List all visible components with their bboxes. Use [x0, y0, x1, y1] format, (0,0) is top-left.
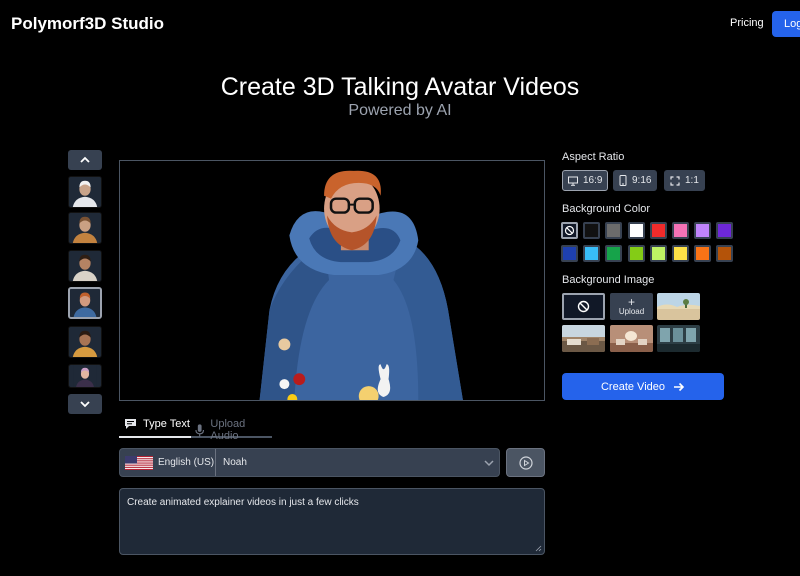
aspect-ratio-label: Aspect Ratio — [562, 151, 625, 163]
aspect-1-1-button[interactable]: 1:1 — [664, 170, 705, 191]
avatar-thumbnail[interactable] — [68, 326, 102, 358]
background-image-none-button[interactable] — [562, 293, 605, 320]
background-color-swatch[interactable] — [672, 222, 689, 239]
avatar-portrait-icon — [69, 251, 101, 281]
background-color-swatch[interactable] — [716, 245, 734, 262]
avatar-3d-figure — [259, 170, 463, 400]
avatar-thumbnail[interactable] — [68, 212, 102, 244]
background-color-swatch[interactable] — [583, 245, 601, 262]
chat-bubble-icon — [125, 419, 136, 429]
resize-handle-icon[interactable] — [535, 545, 542, 552]
language-value: English (US) — [158, 457, 215, 468]
avatar-preview[interactable] — [119, 160, 545, 401]
background-color-swatch[interactable] — [561, 245, 578, 262]
aspect-16-9-button[interactable]: 16:9 — [562, 170, 609, 191]
page-title: Create 3D Talking Avatar Videos — [220, 73, 580, 101]
top-bar: Polymorf3D Studio Pricing Login — [0, 0, 800, 48]
page-subtitle: Powered by AI — [348, 102, 452, 119]
background-image-label: Background Image — [562, 274, 655, 286]
living-room-thumbnail — [562, 325, 605, 352]
background-image-desert[interactable] — [657, 293, 700, 320]
background-image-office[interactable] — [657, 325, 700, 352]
avatar-thumbnail[interactable] — [68, 176, 102, 208]
tab-type-text[interactable]: Type Text — [124, 418, 190, 430]
active-tab-indicator — [119, 436, 191, 438]
play-voice-preview-button[interactable] — [506, 448, 545, 477]
aspect-1-1-label: 1:1 — [685, 175, 699, 186]
no-image-icon — [577, 300, 590, 313]
create-video-label: Create Video — [600, 380, 665, 393]
play-icon — [518, 455, 533, 470]
avatar-portrait-icon — [69, 177, 101, 207]
background-color-swatch[interactable] — [627, 222, 645, 239]
avatar-portrait-icon — [70, 289, 100, 317]
microphone-icon — [195, 423, 205, 437]
lounge-thumbnail — [610, 325, 653, 352]
background-image-living-room[interactable] — [562, 325, 605, 352]
background-color-label: Background Color — [562, 203, 651, 215]
background-image-upload-button[interactable]: + Upload — [610, 293, 653, 320]
background-color-swatch[interactable] — [649, 245, 667, 262]
expand-square-icon — [670, 175, 680, 186]
avatar-thumbnail[interactable] — [68, 250, 102, 282]
chevron-down-icon — [484, 460, 494, 467]
input-mode-tabs: Type Text Upload Audio — [119, 414, 272, 442]
background-color-swatch[interactable] — [694, 222, 712, 239]
avatar-thumbnail[interactable] — [68, 287, 102, 319]
chevron-down-icon — [80, 401, 90, 408]
background-image-lounge[interactable] — [610, 325, 653, 352]
avatar-portrait-icon — [69, 213, 101, 243]
avatar-scroll-up-button[interactable] — [68, 150, 102, 170]
brand-logo[interactable]: Polymorf3D Studio — [11, 14, 164, 34]
aspect-16-9-label: 16:9 — [583, 175, 603, 186]
plus-icon: + — [627, 294, 635, 309]
no-color-icon — [564, 225, 575, 236]
script-text: Create animated explainer videos in just… — [127, 497, 359, 508]
chevron-up-icon — [80, 156, 90, 163]
background-color-swatch[interactable] — [694, 245, 712, 262]
background-color-swatch[interactable] — [672, 245, 689, 262]
monitor-icon — [568, 176, 578, 186]
avatar-portrait-icon — [73, 365, 97, 387]
aspect-9-16-label: 9:16 — [632, 175, 652, 186]
tab-upload-audio-label: Upload Audio — [210, 418, 246, 442]
desert-scene-thumbnail — [657, 293, 700, 320]
aspect-9-16-button[interactable]: 9:16 — [613, 170, 658, 191]
avatar-thumbnail[interactable] — [68, 364, 102, 388]
background-color-swatch[interactable] — [627, 245, 645, 262]
avatar-scroll-down-button[interactable] — [68, 394, 102, 414]
upload-label: Upload — [618, 306, 645, 316]
background-color-swatch[interactable] — [605, 222, 623, 239]
voice-value: Noah — [223, 457, 247, 468]
pricing-link[interactable]: Pricing — [730, 17, 764, 29]
avatar-portrait-icon — [69, 327, 101, 357]
background-color-swatch[interactable] — [605, 245, 623, 262]
background-color-swatch[interactable] — [649, 222, 667, 239]
language-select[interactable]: English (US) — [120, 449, 216, 476]
phone-icon — [619, 175, 627, 186]
script-textarea[interactable]: Create animated explainer videos in just… — [119, 488, 545, 555]
tab-type-text-label: Type Text — [143, 418, 190, 430]
create-video-button[interactable]: Create Video — [562, 373, 724, 400]
background-color-swatch[interactable] — [583, 222, 601, 239]
arrow-right-icon — [674, 382, 685, 391]
tab-upload-audio[interactable]: Upload Audio — [195, 418, 272, 442]
us-flag-icon — [125, 455, 153, 470]
background-color-none-swatch[interactable] — [561, 222, 578, 239]
office-thumbnail — [657, 325, 700, 352]
background-color-swatch[interactable] — [716, 222, 734, 239]
login-button[interactable]: Login — [772, 11, 800, 37]
voice-selector[interactable]: English (US) Noah — [119, 448, 500, 477]
